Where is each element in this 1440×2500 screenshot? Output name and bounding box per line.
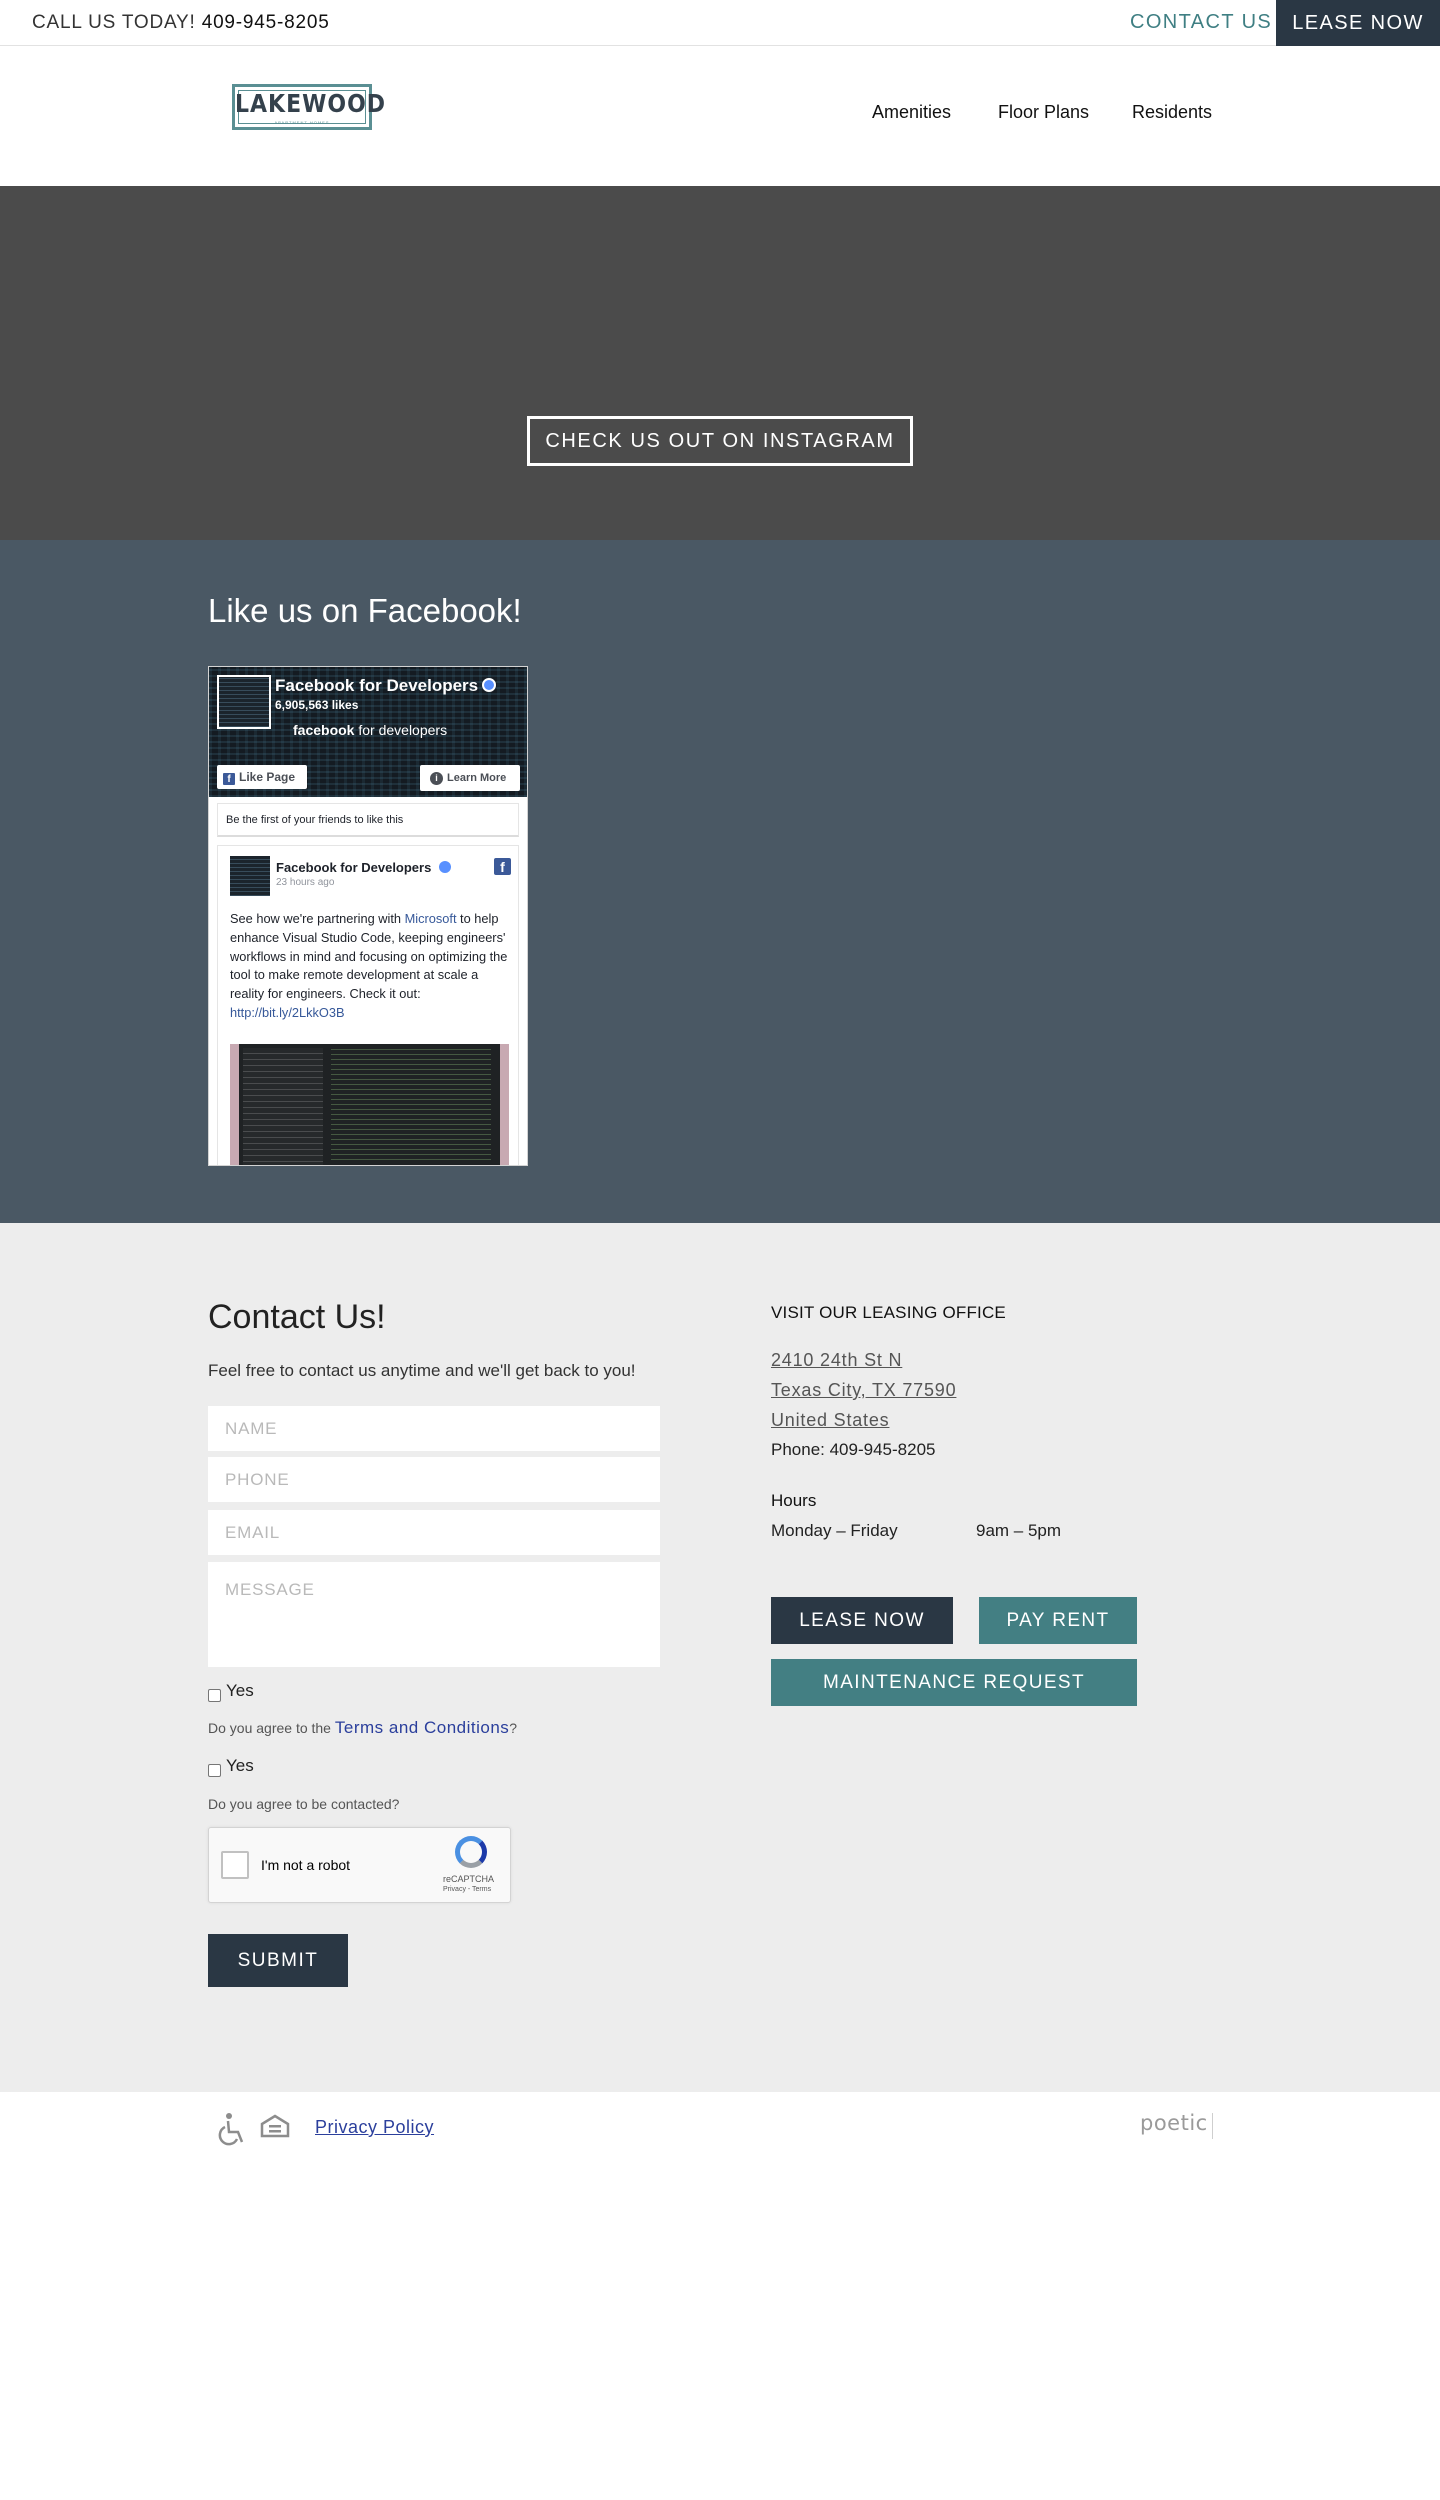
facebook-brand-bold: facebook — [293, 722, 355, 738]
address-line-1[interactable]: 2410 24th St N — [771, 1350, 902, 1371]
logo-subtitle: APARTMENT HOMES — [274, 120, 330, 125]
recaptcha-logo-icon — [455, 1836, 487, 1868]
call-us-number[interactable]: 409-945-8205 — [202, 12, 330, 33]
like-page-button[interactable]: f Like Page — [217, 765, 307, 789]
facebook-cover[interactable]: Facebook for Developers 6,905,563 likes … — [209, 667, 527, 797]
like-page-label: Like Page — [239, 770, 296, 784]
hero-banner: CHECK US OUT ON INSTAGRAM — [0, 186, 1440, 540]
address-line-2[interactable]: Texas City, TX 77590 — [771, 1380, 956, 1401]
facebook-f-icon: f — [223, 773, 235, 785]
call-us-label: CALL US TODAY! — [32, 12, 196, 33]
post-image[interactable] — [230, 1044, 509, 1165]
terms-link[interactable]: Terms and Conditions — [335, 1718, 509, 1737]
post-verified-icon — [438, 861, 451, 873]
facebook-brand-text: facebook for developers — [293, 722, 447, 738]
top-bar: CALL US TODAY! 409-945-8205 CONTACT US L… — [0, 0, 1440, 46]
site-header: LAKEWOOD APARTMENT HOMES Amenities Floor… — [0, 46, 1440, 186]
recaptcha-terms[interactable]: Privacy - Terms — [443, 1886, 491, 1893]
lease-now-top-button[interactable]: LEASE NOW — [1276, 0, 1440, 46]
post-image-sidebar — [243, 1048, 323, 1165]
contact-intro: Feel free to contact us anytime and we'l… — [208, 1361, 636, 1380]
contact-consent-question: Do you agree to be contacted? — [208, 1796, 400, 1812]
office-heading: VISIT OUR LEASING OFFICE — [771, 1303, 1006, 1322]
contact-section: Contact Us! Feel free to contact us anyt… — [0, 1223, 1440, 2092]
facebook-page-widget: Facebook for Developers 6,905,563 likes … — [208, 666, 528, 1166]
facebook-post: Facebook for Developers 23 hours ago f S… — [217, 845, 519, 1165]
address-line-3[interactable]: United States — [771, 1410, 889, 1431]
contact-yes-label: Yes — [226, 1756, 254, 1775]
post-author-text: Facebook for Developers — [276, 860, 432, 875]
hours-days: Monday – Friday — [771, 1521, 898, 1540]
hours-time: 9am – 5pm — [976, 1521, 1062, 1540]
office-phone: Phone: 409-945-8205 — [771, 1440, 936, 1459]
verified-badge-icon — [482, 678, 497, 692]
privacy-policy-link[interactable]: Privacy Policy — [315, 2117, 434, 2138]
lease-now-button[interactable]: LEASE NOW — [771, 1597, 953, 1644]
nav-floor-plans[interactable]: Floor Plans — [998, 102, 1089, 123]
facebook-likes-count: 6,905,563 likes — [275, 698, 359, 712]
submit-button[interactable]: SUBMIT — [208, 1934, 348, 1987]
phone-input[interactable] — [208, 1457, 660, 1502]
instagram-button[interactable]: CHECK US OUT ON INSTAGRAM — [527, 416, 913, 466]
terms-question: Do you agree to the Terms and Conditions… — [208, 1718, 517, 1738]
facebook-avatar[interactable] — [217, 675, 271, 729]
poetic-credit[interactable]: poetic — [1140, 2111, 1213, 2139]
lakewood-logo[interactable]: LAKEWOOD APARTMENT HOMES — [232, 84, 387, 130]
wheelchair-accessible-icon — [218, 2113, 244, 2146]
learn-more-label: Learn More — [447, 772, 507, 784]
site-footer: Privacy Policy poetic — [0, 2092, 1440, 2500]
facebook-page-name-text: Facebook for Developers — [275, 676, 479, 695]
logo-wordmark: LAKEWOOD — [235, 90, 387, 119]
nav-amenities[interactable]: Amenities — [872, 102, 951, 123]
call-us-text: CALL US TODAY! 409-945-8205 — [32, 12, 330, 34]
facebook-friends-text: Be the first of your friends to like thi… — [217, 803, 519, 837]
name-input[interactable] — [208, 1406, 660, 1451]
pay-rent-button[interactable]: PAY RENT — [979, 1597, 1137, 1644]
post-avatar[interactable] — [230, 856, 270, 896]
contact-us-link[interactable]: CONTACT US — [1130, 11, 1272, 34]
info-icon: i — [430, 772, 443, 785]
nav-residents[interactable]: Residents — [1132, 102, 1212, 123]
terms-checkbox[interactable] — [208, 1689, 221, 1702]
equal-housing-icon — [260, 2114, 290, 2138]
post-text: See how we're partnering with Microsoft … — [230, 910, 512, 1023]
hours-heading: Hours — [771, 1491, 817, 1510]
contact-heading: Contact Us! — [208, 1298, 386, 1336]
facebook-section: Like us on Facebook! Facebook for Develo… — [0, 540, 1440, 1223]
facebook-page-name[interactable]: Facebook for Developers — [275, 676, 497, 696]
post-author[interactable]: Facebook for Developers — [276, 860, 451, 875]
terms-prefix: Do you agree to the — [208, 1720, 335, 1736]
maintenance-request-button[interactable]: MAINTENANCE REQUEST — [771, 1659, 1137, 1706]
post-time[interactable]: 23 hours ago — [276, 877, 334, 888]
terms-suffix: ? — [509, 1720, 518, 1736]
email-input[interactable] — [208, 1510, 660, 1555]
post-image-code — [331, 1048, 491, 1160]
terms-yes-label: Yes — [226, 1681, 254, 1700]
recaptcha-label: I'm not a robot — [261, 1857, 351, 1873]
contact-consent-checkbox[interactable] — [208, 1764, 221, 1777]
post-text-1: See how we're partnering with — [230, 911, 405, 926]
facebook-logo-icon[interactable]: f — [494, 858, 511, 875]
learn-more-button[interactable]: i Learn More — [420, 765, 520, 791]
facebook-heading: Like us on Facebook! — [208, 592, 522, 629]
post-link-microsoft[interactable]: Microsoft — [405, 911, 457, 926]
post-link-url[interactable]: http://bit.ly/2LkkO3B — [230, 1005, 345, 1020]
recaptcha-brand: reCAPTCHA — [443, 1874, 495, 1884]
recaptcha-checkbox[interactable] — [221, 1851, 249, 1879]
message-textarea[interactable] — [208, 1562, 660, 1667]
facebook-brand-rest: for developers — [354, 722, 448, 738]
recaptcha-widget: I'm not a robot reCAPTCHA Privacy - Term… — [208, 1827, 511, 1903]
